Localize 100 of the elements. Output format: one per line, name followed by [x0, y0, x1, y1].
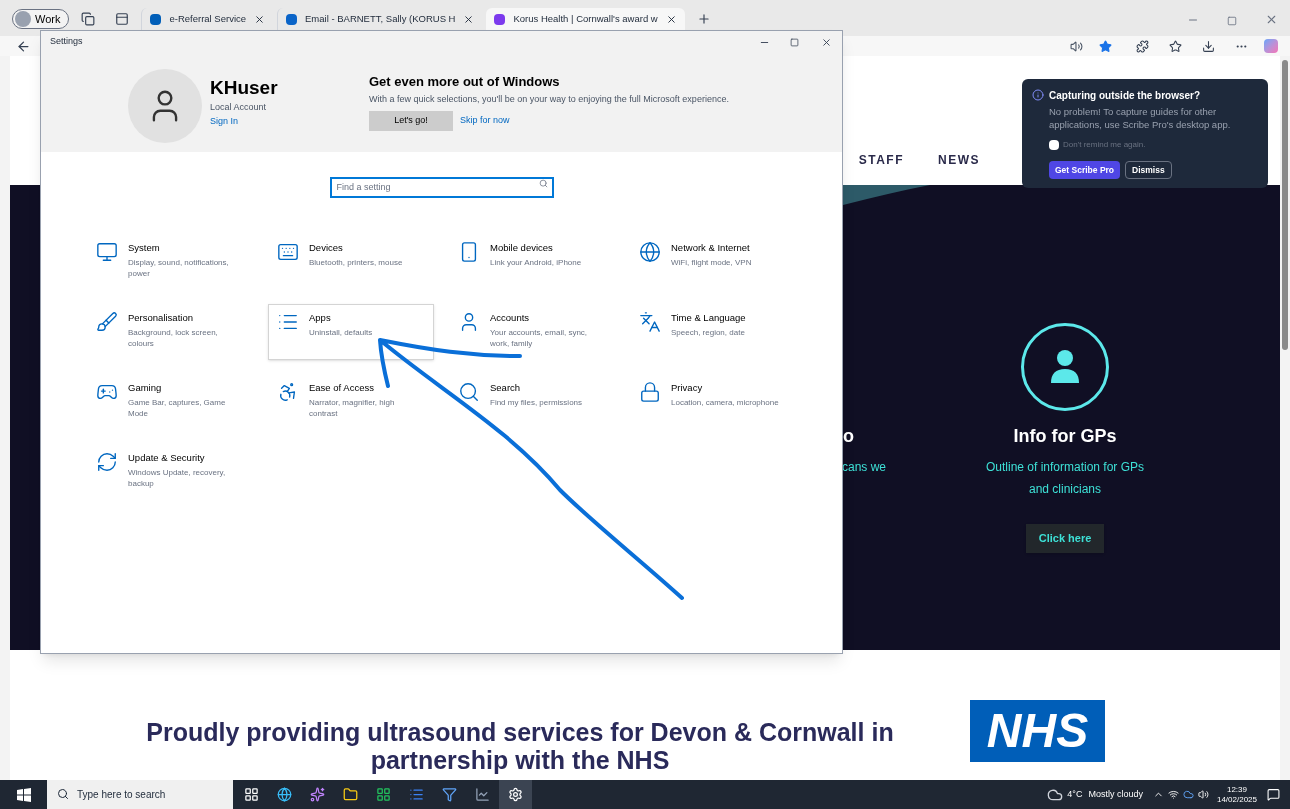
sign-in-link[interactable]: Sign In — [210, 114, 360, 128]
download-icon[interactable] — [1202, 39, 1215, 53]
category-title: Accounts — [490, 310, 531, 325]
workspaces-icon[interactable] — [81, 12, 96, 26]
category-description: Link your Android, iPhone — [490, 256, 582, 268]
time: 12:39 — [1226, 784, 1247, 795]
skip-link[interactable]: Skip for now — [460, 114, 510, 128]
dismiss-button[interactable]: Dismiss — [1125, 161, 1172, 179]
category-title: Time & Language — [671, 310, 746, 325]
category-title: Privacy — [671, 380, 704, 395]
tab-actions-icon[interactable] — [115, 12, 130, 26]
category-description: Bluetooth, printers, mouse — [309, 256, 403, 268]
brush-icon — [96, 310, 118, 333]
promo-title: Get even more out of Windows — [369, 73, 561, 91]
weather-condition: Mostly cloudy — [1088, 787, 1143, 801]
network-icon[interactable] — [1167, 789, 1179, 800]
checkbox-label: Don't remind me again. — [1063, 139, 1146, 151]
category-title: System — [128, 240, 161, 255]
window-title: Settings — [50, 35, 83, 49]
category-title: Devices — [309, 240, 344, 255]
lock-icon — [639, 380, 661, 403]
search-icon — [57, 788, 69, 800]
settings-category[interactable]: System Display, sound, notifications, power — [87, 233, 253, 290]
tab-title: Korus Health | Cornwall's award w — [513, 11, 658, 26]
popup-title: Capturing outside the browser? — [1049, 89, 1202, 103]
profile-button[interactable]: Work — [12, 9, 70, 29]
click-here-button[interactable]: Click here — [1025, 524, 1105, 553]
clock[interactable]: 12:39 14/02/2025 — [1216, 784, 1257, 805]
sync-icon — [96, 450, 118, 473]
settings-category[interactable]: Time & Language Speech, region, date — [630, 303, 796, 360]
avatar-icon — [15, 11, 31, 27]
category-description: WiFi, flight mode, VPN — [671, 256, 752, 268]
headline: Proudly providing ultrasound services for Devon & Cornwall in partnership with the NHS — [145, 718, 895, 774]
tab-title: e-Referral Service — [169, 11, 247, 26]
settings-category[interactable]: Personalisation Background, lock screen, colours — [87, 303, 253, 360]
settings-category[interactable]: Gaming Game Bar, captures, Game Mode — [87, 373, 253, 430]
section-heading: o — [843, 425, 854, 448]
gear-icon[interactable] — [499, 780, 532, 809]
lets-go-button[interactable]: Let's go! — [369, 111, 453, 131]
taskbar-search-field[interactable]: Type here to search — [47, 780, 233, 809]
close-icon[interactable] — [463, 13, 475, 25]
category-title: Apps — [309, 310, 332, 325]
category-description: Display, sound, notifications, power — [128, 256, 230, 279]
nav-link[interactable]: NEWS — [938, 151, 980, 169]
popup-text: No problem! To capture guides for other applications, use Scribe Pro's desktop app. — [1049, 105, 1232, 131]
settings-category[interactable]: Accounts Your accounts, email, sync, work, family — [449, 303, 615, 360]
get-pro-button[interactable]: Get Scribe Pro — [1049, 161, 1121, 179]
nhs-logo: NHS — [970, 700, 1105, 762]
close-icon[interactable] — [254, 13, 266, 25]
account-type: Local Account — [210, 101, 268, 114]
tab-title: Email - BARNETT, Sally (KORUS H — [305, 11, 456, 26]
nav-link[interactable]: STAFF — [858, 151, 904, 169]
settings-category[interactable]: Devices Bluetooth, printers, mouse — [268, 233, 434, 290]
cloud-sync-icon[interactable] — [1182, 789, 1194, 800]
category-title: Ease of Access — [309, 380, 375, 395]
close-icon[interactable] — [665, 13, 677, 25]
monitor-icon — [96, 240, 118, 263]
volume-icon[interactable] — [1197, 789, 1209, 800]
new-tab-icon[interactable] — [696, 12, 711, 26]
maximize-icon[interactable] — [790, 37, 799, 47]
category-title: Personalisation — [128, 310, 194, 325]
close-icon[interactable] — [821, 36, 832, 48]
category-description: Uninstall, defaults — [309, 326, 373, 338]
card-title: Info for GPs — [1013, 425, 1117, 448]
settings-category[interactable]: Update & Security Windows Update, recovery, backup — [87, 443, 253, 500]
settings-category[interactable]: Search Find my files, permissions — [449, 373, 615, 430]
favorites-icon[interactable] — [1169, 39, 1182, 53]
favorite-icon[interactable] — [1099, 39, 1112, 53]
language-icon — [639, 310, 661, 333]
category-description: Speech, region, date — [671, 326, 746, 338]
category-description: Background, lock screen, colours — [128, 326, 219, 349]
search-icon — [538, 179, 548, 188]
settings-category[interactable]: Network & Internet WiFi, flight mode, VPN — [630, 233, 796, 290]
category-title: Mobile devices — [490, 240, 554, 255]
category-description: Windows Update, recovery, backup — [128, 466, 227, 489]
category-description: Find my files, permissions — [490, 396, 583, 408]
category-description: Narrator, magnifier, high contrast — [309, 396, 396, 419]
settings-category[interactable]: Apps Uninstall, defaults — [268, 303, 434, 360]
settings-category[interactable]: Ease of Access Narrator, magnifier, high contrast — [268, 373, 434, 430]
search-icon — [458, 380, 480, 403]
category-title: Search — [490, 380, 522, 395]
notifications-icon[interactable] — [1267, 788, 1280, 801]
settings-category[interactable]: Privacy Location, camera, microphone — [630, 373, 796, 430]
category-description: Game Bar, captures, Game Mode — [128, 396, 227, 419]
extensions-icon[interactable] — [1136, 39, 1149, 53]
promo-text: With a few quick selections, you'll be on your way to enjoying the full Microsoft experience. — [369, 92, 729, 106]
category-title: Gaming — [128, 380, 163, 395]
browser-tab[interactable]: Korus Health | Cornwall's award w — [486, 8, 685, 30]
category-title: Network & Internet — [671, 240, 751, 255]
date: 14/02/2025 — [1216, 794, 1257, 805]
temperature: 4°C — [1067, 787, 1083, 801]
search-field[interactable]: Find a setting — [329, 176, 554, 198]
back-icon[interactable] — [16, 38, 31, 54]
category-description: Location, camera, microphone — [671, 396, 779, 408]
info-icon — [1032, 89, 1044, 101]
read-aloud-icon[interactable] — [1070, 39, 1083, 53]
settings-category[interactable]: Mobile devices Link your Android, iPhone — [449, 233, 615, 290]
account-name: KHuser — [210, 77, 279, 99]
category-title: Update & Security — [128, 450, 206, 465]
checkbox[interactable] — [1049, 140, 1059, 150]
